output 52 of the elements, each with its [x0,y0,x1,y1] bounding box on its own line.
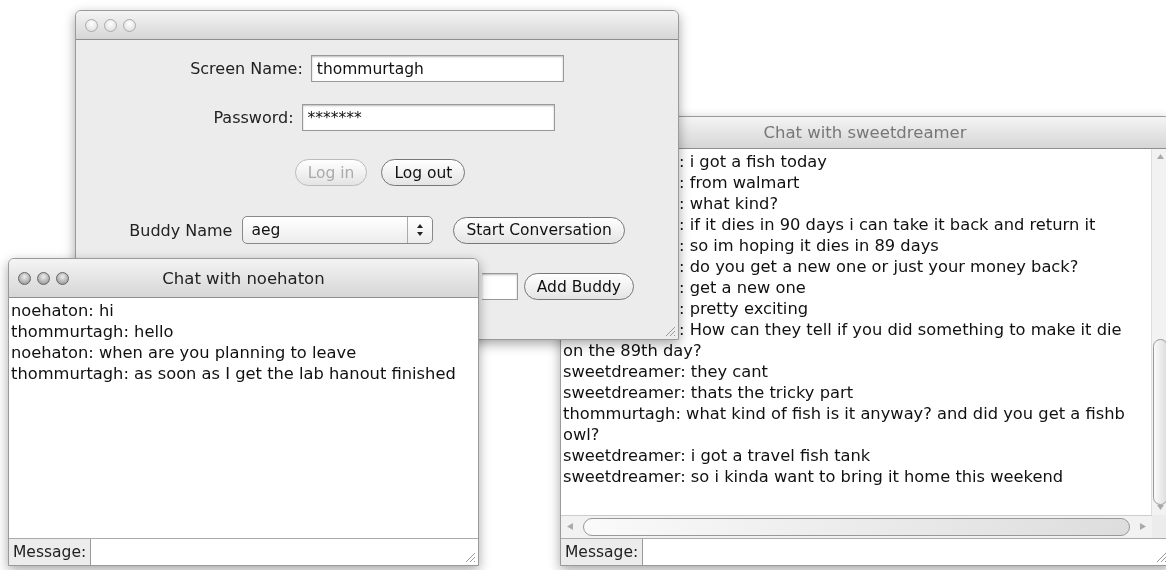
message-label: Message: [561,539,643,565]
start-conversation-button[interactable]: Start Conversation [453,216,625,244]
scroll-up-icon[interactable] [1156,153,1165,160]
chat-line: sweetdreamer: so i kinda want to bring it home this weekend [563,466,1064,487]
chat-line: : if it dies in 90 days i can take it back and return it [679,214,1096,235]
log-out-button[interactable]: Log out [381,159,466,186]
vertical-scrollbar[interactable] [1151,149,1166,515]
message-field[interactable] [90,539,478,565]
chat-line: : How can they tell if you did something to make it die [679,319,1122,340]
chat-line: : pretty exciting [679,298,809,319]
scroll-left-icon[interactable] [566,523,575,530]
chat-line: thommurtagh: hello [11,321,174,342]
window-control-icon[interactable] [104,18,117,32]
window-control-icon[interactable] [85,18,98,32]
chat-line: : so im hoping it dies in 89 days [679,235,939,256]
chat-line: : get a new one [679,277,806,298]
resize-grip-icon[interactable] [463,550,476,563]
message-label: Message: [9,539,91,565]
window-control-icon[interactable] [18,271,31,285]
text-field[interactable]: ******* [301,104,555,131]
field-label: Buddy Name [129,220,233,240]
message-field[interactable] [642,539,1166,565]
text-field[interactable]: thommurtagh [310,55,564,82]
buddy-field[interactable] [481,273,518,300]
resize-grip-icon[interactable] [1154,550,1166,563]
field-label: Password: [213,108,294,127]
chat-line: noehaton: hi [11,300,114,321]
chat-line: : i got a fish today [679,151,827,172]
add-buddy-button[interactable]: Add Buddy [523,273,634,300]
buddy-select[interactable]: aeg [242,216,434,244]
chat-line: noehaton: when are you planning to leave [11,342,357,363]
chat-line: : from walmart [679,172,800,193]
chat-line: : what kind? [679,193,779,214]
window-title: Chat with noehaton [162,268,325,288]
window-control-icon[interactable] [37,271,50,285]
chat-line: sweetdreamer: i got a travel fish tank [563,445,871,466]
resize-grip-icon[interactable] [663,324,676,337]
chat-line: owl? [563,424,600,445]
chat-line: thommurtagh: as soon as I get the lab hanout finished [11,363,456,384]
scroll-thumb[interactable] [1153,339,1166,505]
scroll-thumb[interactable] [583,518,1130,536]
window-title: Chat with sweetdreamer [763,123,967,142]
window-control-icon[interactable] [123,18,136,32]
chat-line: : do you get a new one or just your money back? [679,256,1079,277]
chat-line: sweetdreamer: thats the tricky part [563,382,854,403]
scroll-right-icon[interactable] [1138,523,1147,530]
field-label: Screen Name: [190,59,303,78]
horizontal-scrollbar[interactable] [561,515,1152,538]
chat-line: sweetdreamer: they cant [563,361,768,382]
chat-line: thommurtagh: what kind of fish is it anyway? and did you get a fishb [563,403,1125,424]
chat-line: on the 89th day? [563,340,702,361]
window-control-icon[interactable] [56,271,69,285]
